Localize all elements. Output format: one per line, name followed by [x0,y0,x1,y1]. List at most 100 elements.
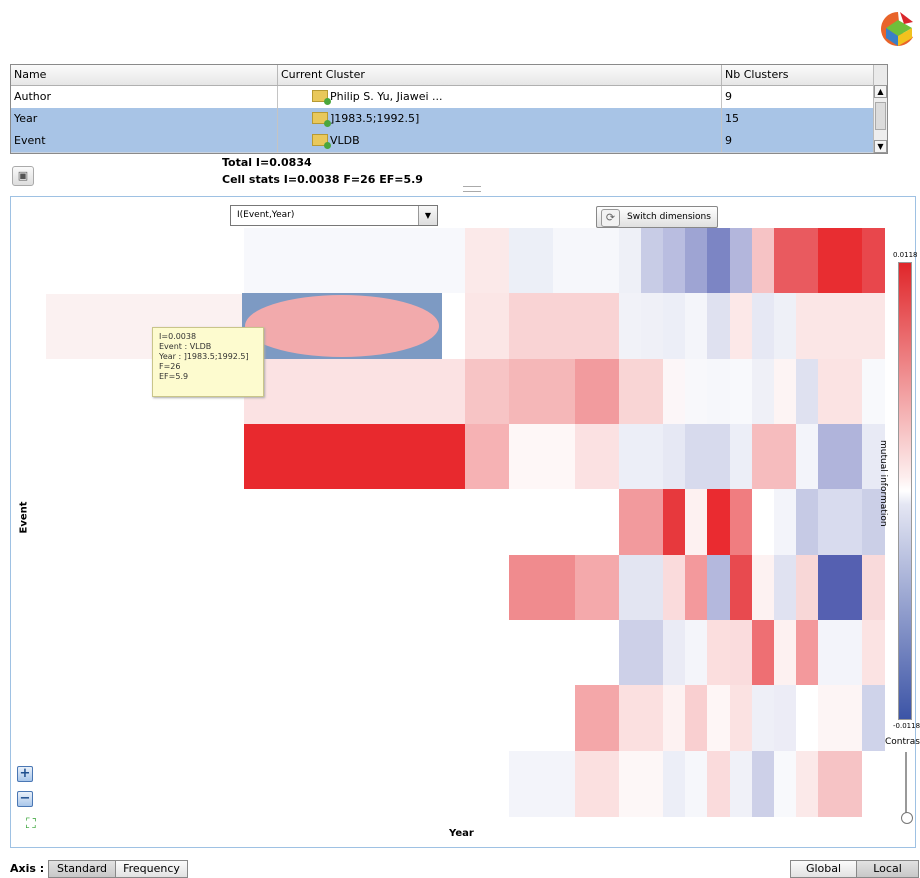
heatmap-cell[interactable] [575,750,598,817]
heatmap-cell[interactable] [619,620,642,686]
heatmap-cell[interactable] [442,554,466,621]
table-row-author[interactable]: Author Philip S. Yu, Jiawei ... 9 [11,86,873,109]
heatmap-cell[interactable] [266,228,289,294]
heatmap-cell[interactable] [597,750,620,817]
scroll-up-icon[interactable]: ▲ [874,85,887,98]
zoom-in-icon[interactable]: + [17,766,33,782]
heatmap-cell[interactable] [442,358,466,425]
heatmap-cell[interactable] [685,489,709,556]
heatmap-cell[interactable] [442,424,466,490]
heatmap-cell[interactable] [288,554,311,621]
export-icon[interactable]: ▣ [12,166,34,186]
heatmap-cell[interactable] [751,424,775,490]
heatmap-cell[interactable] [773,554,797,621]
heatmap-cell[interactable] [376,750,400,817]
heatmap-cell[interactable] [376,228,400,294]
heatmap-cell[interactable] [442,620,466,686]
heatmap-cell[interactable] [464,750,488,817]
heatmap-cell[interactable] [663,554,686,621]
column-header-current-cluster[interactable]: Current Cluster [278,65,722,85]
heatmap-cell[interactable] [839,685,863,752]
local-scope-button[interactable]: Local [856,860,919,878]
heatmap-cell[interactable] [552,358,576,425]
heatmap-cell[interactable] [398,424,422,490]
heatmap-cell[interactable] [266,424,289,490]
heatmap-cell[interactable] [751,293,775,360]
heatmap-cell[interactable] [817,293,841,360]
heatmap-cell[interactable] [641,685,664,752]
heatmap-cell[interactable] [795,750,819,817]
heatmap-cell[interactable] [354,424,377,490]
heatmap-cell[interactable] [773,228,797,294]
heatmap-cell[interactable] [817,750,841,817]
heatmap-cell[interactable] [310,620,333,686]
heatmap-cell[interactable] [486,358,510,425]
heatmap-cell[interactable] [751,489,775,556]
heatmap-cell[interactable] [244,489,267,556]
heatmap-cell[interactable] [729,685,753,752]
heatmap-cell[interactable] [552,489,576,556]
heatmap-cell[interactable] [376,554,400,621]
heatmap-cell[interactable] [552,424,576,490]
heatmap-cell[interactable] [663,750,686,817]
heatmap-cell[interactable] [729,489,753,556]
heatmap-cell[interactable] [530,228,554,294]
heatmap-cell[interactable] [288,424,311,490]
heatmap-cell[interactable] [795,685,819,752]
heatmap-cell[interactable] [575,489,598,556]
heatmap-cell[interactable] [530,554,554,621]
heatmap-cell[interactable] [751,750,775,817]
heatmap-cell[interactable] [575,293,598,360]
heatmap-cell[interactable] [552,293,576,360]
heatmap-cell[interactable] [376,358,400,425]
heatmap-cell[interactable] [773,358,797,425]
heatmap-cell[interactable] [486,228,510,294]
heatmap-cell[interactable] [619,685,642,752]
heatmap-cell[interactable] [729,424,753,490]
heatmap-cell[interactable] [244,750,267,817]
heatmap-cell[interactable] [597,685,620,752]
heatmap-cell[interactable] [773,293,797,360]
heatmap-cell[interactable] [310,424,333,490]
heatmap-cell[interactable] [663,489,686,556]
heatmap-cell[interactable] [707,554,731,621]
heatmap-cell[interactable] [442,685,466,752]
heatmap-cell[interactable] [839,358,863,425]
column-header-name[interactable]: Name [11,65,278,85]
heatmap-cell[interactable] [442,750,466,817]
heatmap-cell[interactable] [530,750,554,817]
column-header-nb-clusters[interactable]: Nb Clusters [722,65,873,85]
heatmap-cell[interactable] [575,685,598,752]
heatmap-cell[interactable] [288,750,311,817]
heatmap-cell[interactable] [376,685,400,752]
heatmap-cell[interactable] [751,685,775,752]
heatmap-cell[interactable] [861,750,885,817]
heatmap-cell[interactable] [619,750,642,817]
heatmap-cell[interactable] [332,228,355,294]
heatmap-cell[interactable] [575,228,598,294]
axis-standard-button[interactable]: Standard [48,860,116,878]
contrast-slider-handle[interactable] [901,812,913,824]
heatmap-cell[interactable] [707,685,731,752]
heatmap-cell[interactable] [420,620,444,686]
heatmap-cell[interactable] [817,685,841,752]
heatmap-cell[interactable] [839,620,863,686]
heatmap-cell[interactable] [244,620,267,686]
heatmap-cell[interactable] [817,228,841,294]
heatmap-cell[interactable] [464,228,488,294]
heatmap-cell[interactable] [354,228,377,294]
heatmap-cell[interactable] [266,685,289,752]
heatmap-cell[interactable] [310,358,333,425]
heatmap-cell[interactable] [575,358,598,425]
heatmap-cell[interactable] [508,685,532,752]
heatmap-cell[interactable] [685,358,709,425]
heatmap-cell[interactable] [310,750,333,817]
heatmap-cell[interactable] [729,293,753,360]
heatmap-cell[interactable] [420,228,444,294]
heatmap-cell[interactable] [486,750,510,817]
heatmap-cell[interactable] [376,489,400,556]
heatmap-cell[interactable] [376,424,400,490]
heatmap-cell[interactable] [464,293,488,360]
heatmap-cell[interactable] [861,293,885,360]
heatmap-cell[interactable] [332,750,355,817]
